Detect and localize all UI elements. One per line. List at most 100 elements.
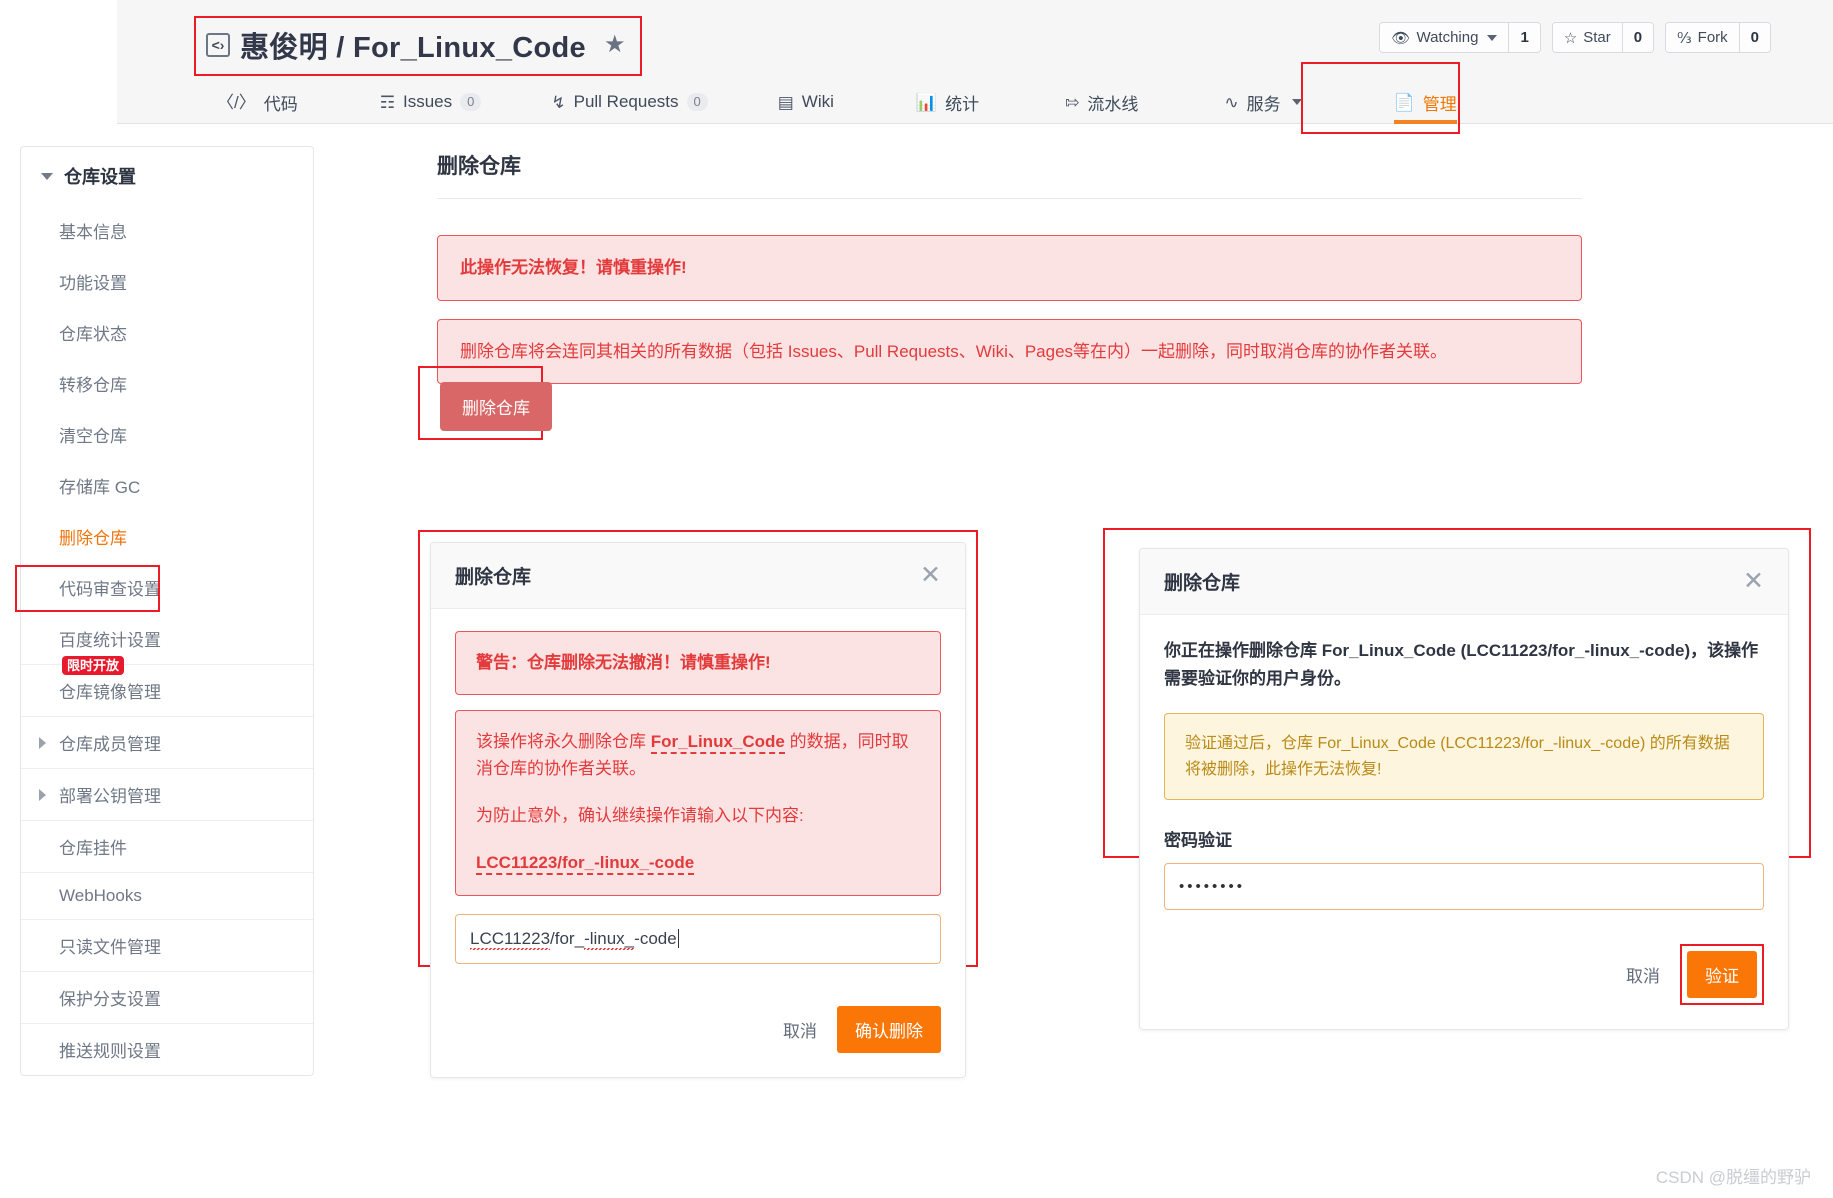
sidebar-item-repo-status[interactable]: 仓库状态 (21, 307, 313, 358)
sidebar-item-webhooks[interactable]: WebHooks (21, 872, 313, 919)
confirm-modal-body: 警告：仓库删除无法撤消！请慎重操作! 该操作将永久删除仓库 For_Linux_… (431, 609, 965, 1077)
irreversible-alert: 此操作无法恢复！请慎重操作! (437, 235, 1582, 301)
repo-nav-tabs: 〈/〉 代码 ☶ Issues 0 ↯ Pull Requests 0 ▤ Wi… (117, 74, 1833, 124)
issues-icon: ☶ (379, 92, 395, 112)
confirm-description-box: 该操作将永久删除仓库 For_Linux_Code 的数据，同时取消仓库的协作者… (455, 710, 941, 896)
sidebar-item-basic-info[interactable]: 基本信息 (21, 205, 313, 256)
watching-label: Watching (1416, 29, 1479, 46)
sidebar-header[interactable]: 仓库设置 (21, 147, 313, 205)
sidebar-item-repo-members[interactable]: 仓库成员管理 (21, 716, 313, 768)
star-count: 0 (1621, 23, 1654, 52)
confirm-input-value: LCC11223/for_-linux_-code (470, 928, 679, 950)
confirm-cancel-button[interactable]: 取消 (783, 1017, 817, 1042)
delete-confirm-modal: 删除仓库 ✕ 警告：仓库删除无法撤消！请慎重操作! 该操作将永久删除仓库 For… (430, 542, 966, 1078)
pull-request-icon: ↯ (551, 92, 566, 112)
tab-label: Pull Requests (573, 92, 679, 111)
confirm-modal-header: 删除仓库 ✕ (431, 543, 965, 609)
manage-doc-icon: 📄 (1393, 92, 1415, 112)
tab-label: 服务 (1246, 94, 1281, 114)
fork-label: Fork (1697, 29, 1728, 46)
sidebar-item-label: WebHooks (59, 886, 142, 905)
input-seg-4: -code (634, 928, 677, 948)
repo-name-emphasis: For_Linux_Code (650, 732, 785, 755)
sidebar-item-label: 删除仓库 (59, 529, 127, 548)
sidebar-item-label: 转移仓库 (59, 376, 127, 395)
desc-prefix: 该操作将永久删除仓库 (476, 732, 651, 752)
confirm-text-input[interactable]: LCC11223/for_-linux_-code (455, 913, 941, 964)
verify-button[interactable]: 验证 (1687, 951, 1757, 999)
verify-button-annotation-box: 验证 (1680, 944, 1764, 1006)
tab-wiki[interactable]: ▤ Wiki (778, 74, 834, 121)
sidebar-item-push-rules[interactable]: 推送规则设置 (21, 1023, 313, 1075)
password-verify-modal: 删除仓库 ✕ 你正在操作删除仓库 For_Linux_Code (LCC1122… (1139, 548, 1789, 1031)
confirm-description-line: 该操作将永久删除仓库 For_Linux_Code 的数据，同时取消仓库的协作者… (476, 729, 920, 782)
password-input[interactable]: •••••••• (1164, 863, 1764, 911)
verify-modal-title: 删除仓库 (1164, 573, 1241, 594)
triangle-down-icon (41, 172, 53, 180)
page-root: <› 惠俊明 / For_Linux_Code ★ 👁 Watching 1 ☆… (0, 0, 1833, 1198)
main-content: 删除仓库 此操作无法恢复！请慎重操作! 删除仓库将会连同其相关的所有数据（包括 … (437, 150, 1582, 384)
confirm-delete-button[interactable]: 确认删除 (837, 1005, 941, 1053)
confirm-warning-box: 警告：仓库删除无法撤消！请慎重操作! (455, 631, 941, 696)
sidebar-item-label: 清空仓库 (59, 427, 127, 446)
main-heading: 删除仓库 (437, 155, 521, 178)
fork-button[interactable]: ↉ Fork 0 (1665, 22, 1771, 53)
sidebar-item-transfer-repo[interactable]: 转移仓库 (21, 358, 313, 409)
sidebar-item-label: 仓库镜像管理 (59, 683, 161, 702)
repo-action-buttons: 👁 Watching 1 ☆ Star 0 ↉ Fork 0 (1379, 22, 1771, 53)
confirm-instruction: 为防止意外，确认继续操作请输入以下内容: (476, 806, 804, 826)
close-x-icon[interactable]: ✕ (920, 563, 941, 588)
delete-detail-alert: 删除仓库将会连同其相关的所有数据（包括 Issues、Pull Requests… (437, 318, 1582, 384)
tab-statistics[interactable]: 📊 统计 (916, 74, 979, 121)
repo-title-annotation-box: <› 惠俊明 / For_Linux_Code ★ (194, 16, 642, 76)
sidebar-item-label: 仓库成员管理 (59, 735, 161, 754)
sidebar-item-delete-repo[interactable]: 删除仓库 (21, 511, 313, 562)
limited-time-badge: 限时开放 (62, 656, 125, 675)
csdn-watermark: CSDN @脱缰的野驴 (1655, 1168, 1811, 1187)
chevron-down-icon (1291, 99, 1302, 105)
sidebar-item-repo-mirror-management[interactable]: 仓库镜像管理 限时开放 (21, 656, 313, 716)
text-cursor (677, 928, 679, 948)
star-button[interactable]: ☆ Star 0 (1551, 22, 1655, 53)
verify-cancel-button[interactable]: 取消 (1626, 962, 1660, 987)
tab-issues[interactable]: ☶ Issues 0 (380, 74, 482, 121)
verify-yellow-note: 验证通过后，仓库 For_Linux_Code (LCC11223/for_-l… (1164, 713, 1764, 801)
pull-requests-count: 0 (686, 93, 708, 111)
triangle-right-icon (39, 736, 46, 749)
sidebar-title: 仓库设置 (64, 167, 136, 187)
close-x-icon[interactable]: ✕ (1743, 569, 1764, 594)
pipeline-icon: ⇰ (1065, 92, 1080, 112)
sidebar-item-storage-gc[interactable]: 存储库 GC (21, 460, 313, 511)
sidebar-item-label: 推送规则设置 (59, 1042, 161, 1061)
verify-modal-actions: 取消 验证 (1164, 944, 1764, 1011)
input-seg-3: -linux_ (584, 928, 635, 950)
star-icon: ☆ (1563, 29, 1578, 47)
sidebar-item-label: 功能设置 (59, 274, 127, 293)
sidebar-item-protected-branches[interactable]: 保护分支设置 (21, 971, 313, 1023)
chevron-down-icon (1487, 34, 1498, 41)
sidebar-item-code-review-settings[interactable]: 代码审查设置 (21, 562, 313, 613)
sidebar-item-empty-repo[interactable]: 清空仓库 (21, 409, 313, 460)
tab-services[interactable]: ∿ 服务 (1224, 74, 1302, 121)
sidebar-item-label: 保护分支设置 (59, 990, 161, 1009)
medal-badge-icon: ★ (603, 31, 626, 58)
sidebar-item-label: 百度统计设置 (59, 631, 161, 650)
tab-code[interactable]: 〈/〉 代码 (217, 74, 298, 121)
sidebar-item-label: 仓库状态 (59, 325, 127, 344)
required-text-wrapper: LCC11223/for_-linux_-code (476, 850, 920, 876)
sidebar-item-deploy-keys[interactable]: 部署公钥管理 (21, 768, 313, 820)
sidebar-item-repo-widgets[interactable]: 仓库挂件 (21, 820, 313, 872)
tab-pipeline[interactable]: ⇰ 流水线 (1065, 74, 1138, 121)
sidebar-item-feature-settings[interactable]: 功能设置 (21, 256, 313, 307)
sidebar-item-label: 部署公钥管理 (59, 787, 161, 806)
tab-label: 代码 (263, 94, 298, 114)
watching-button[interactable]: 👁 Watching 1 (1379, 22, 1541, 53)
verify-modal-header: 删除仓库 ✕ (1140, 549, 1788, 615)
delete-repo-button[interactable]: 删除仓库 (440, 382, 552, 431)
code-brackets-icon: <› (206, 33, 230, 57)
tab-pull-requests[interactable]: ↯ Pull Requests 0 (551, 74, 708, 121)
sidebar-item-readonly-files[interactable]: 只读文件管理 (21, 919, 313, 971)
sidebar-item-label: 代码审查设置 (59, 580, 161, 599)
tab-manage[interactable]: 📄 管理 (1393, 74, 1457, 124)
tab-label: Issues (402, 92, 453, 111)
